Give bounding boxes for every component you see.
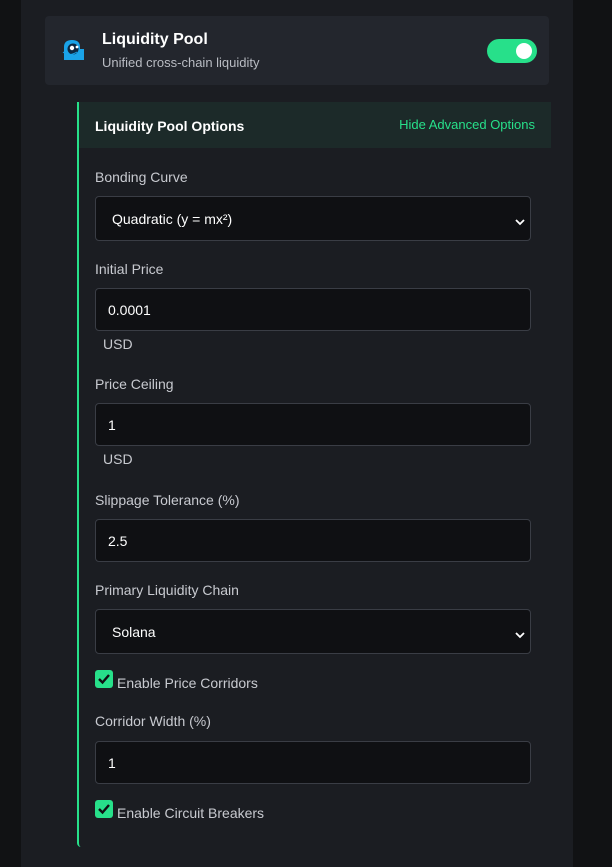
slippage-tolerance-label: Slippage Tolerance (%) (95, 492, 240, 508)
initial-price-unit: USD (103, 336, 133, 352)
toggle-knob (516, 43, 532, 59)
bonding-curve-label: Bonding Curve (95, 169, 188, 185)
circuit-breakers-label[interactable]: Enable Circuit Breakers (117, 805, 264, 821)
price-corridors-checkbox[interactable] (95, 670, 113, 688)
chevron-down-icon (515, 627, 525, 639)
price-corridors-label[interactable]: Enable Price Corridors (117, 675, 258, 691)
initial-price-input[interactable]: 0.0001 (95, 288, 531, 331)
price-ceiling-input[interactable]: 1 (95, 403, 531, 446)
slippage-tolerance-value: 2.5 (108, 533, 128, 549)
checkmark-icon (98, 674, 110, 685)
primary-chain-label: Primary Liquidity Chain (95, 582, 239, 598)
options-title: Liquidity Pool Options (95, 118, 245, 134)
corridor-width-label: Corridor Width (%) (95, 713, 211, 729)
bonding-curve-value: Quadratic (y = mx²) (112, 211, 233, 227)
options-header: Liquidity Pool Options Hide Advanced Opt… (79, 102, 551, 148)
chevron-down-icon (515, 214, 525, 226)
feature-subtitle: Unified cross-chain liquidity (102, 55, 260, 70)
liquidity-pool-card: Liquidity Pool Unified cross-chain liqui… (45, 16, 549, 85)
checkmark-icon (98, 804, 110, 815)
feature-title: Liquidity Pool (102, 31, 208, 48)
slippage-tolerance-input[interactable]: 2.5 (95, 519, 531, 562)
price-ceiling-value: 1 (108, 417, 116, 433)
pool-logo-icon (61, 38, 86, 62)
circuit-breakers-checkbox[interactable] (95, 800, 113, 818)
initial-price-value: 0.0001 (108, 302, 151, 318)
corridor-width-input[interactable]: 1 (95, 741, 531, 784)
price-ceiling-label: Price Ceiling (95, 376, 174, 392)
liquidity-pool-toggle[interactable] (487, 39, 537, 63)
bonding-curve-select[interactable]: Quadratic (y = mx²) (95, 196, 531, 241)
initial-price-label: Initial Price (95, 261, 164, 277)
hide-advanced-options-link[interactable]: Hide Advanced Options (399, 117, 535, 132)
primary-chain-select[interactable]: Solana (95, 609, 531, 654)
price-ceiling-unit: USD (103, 451, 133, 467)
corridor-width-value: 1 (108, 755, 116, 771)
primary-chain-value: Solana (112, 624, 156, 640)
